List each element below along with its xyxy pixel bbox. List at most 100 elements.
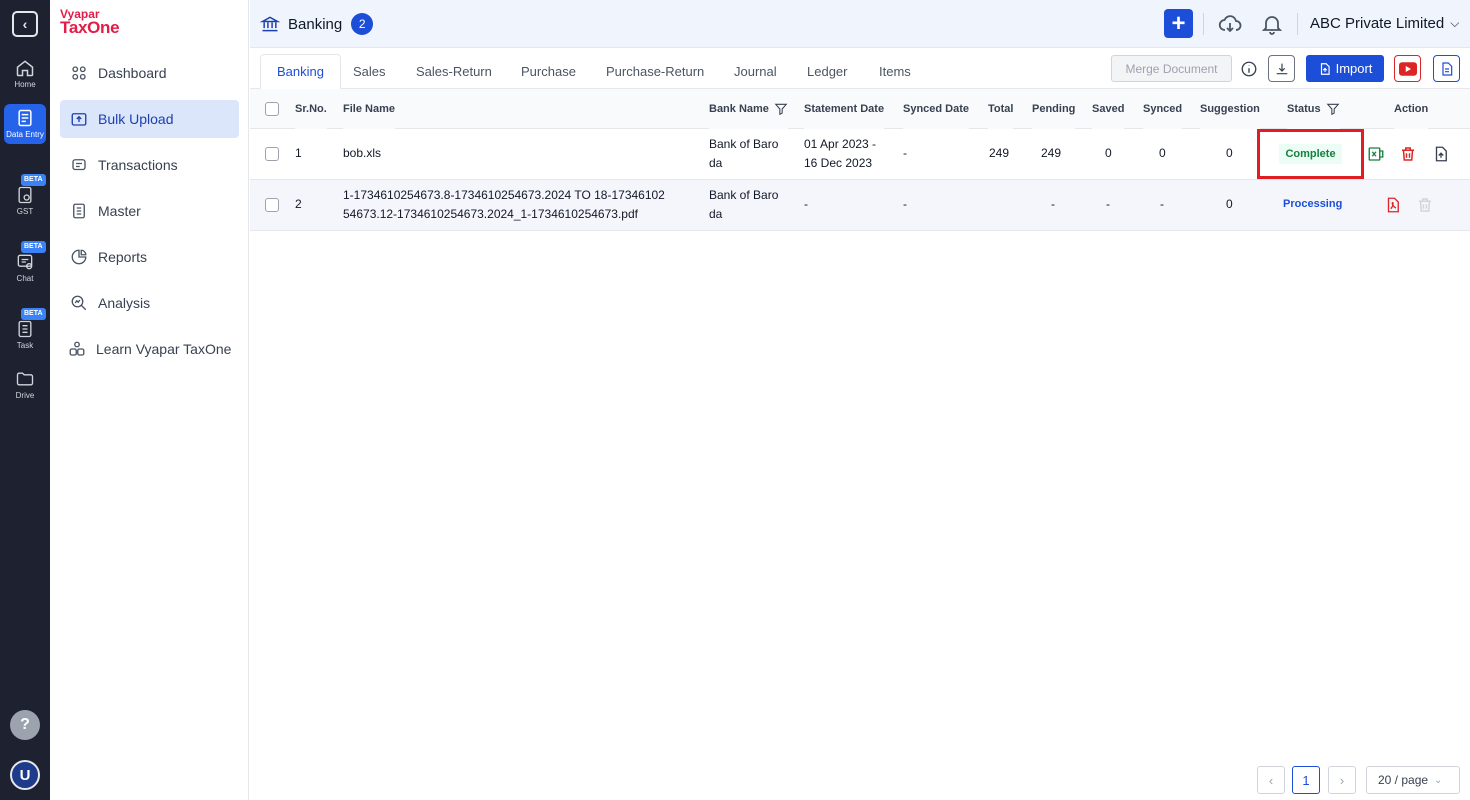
delete-icon[interactable] xyxy=(1399,145,1417,163)
gst-icon xyxy=(18,186,32,204)
sidebar: Vyapar TaxOne Dashboard Bulk Upload Tran… xyxy=(50,0,249,800)
cell-saved: - xyxy=(1106,197,1110,211)
sidebar-item-label: Analysis xyxy=(98,295,151,311)
import-button[interactable]: Import xyxy=(1306,55,1384,82)
avatar[interactable]: U xyxy=(10,760,40,790)
rail-item-task[interactable]: BETA Task xyxy=(4,308,46,351)
cell-synced-date: - xyxy=(903,146,907,160)
cloud-download-icon[interactable] xyxy=(1218,12,1242,36)
upload-icon xyxy=(71,113,87,126)
column-header: Sr.No. xyxy=(295,89,327,129)
cell-saved: 0 xyxy=(1105,146,1112,160)
tab-banking[interactable]: Banking xyxy=(260,54,341,89)
rail-label: Home xyxy=(14,80,36,89)
column-header: File Name xyxy=(343,89,395,129)
rail-item-chat[interactable]: BETA Chat xyxy=(4,241,46,284)
cell-line: Bank of Baro xyxy=(709,137,779,151)
cell-pending: 249 xyxy=(1041,146,1062,160)
filter-icon[interactable] xyxy=(774,102,788,116)
row-checkbox[interactable] xyxy=(265,198,279,212)
cell-line: 1-1734610254673.8-1734610254673.2024 TO … xyxy=(343,188,665,202)
icon-rail: ‹ Home Data Entry BETA GST BETA Chat BET… xyxy=(0,0,50,800)
tab-ledger[interactable]: Ledger xyxy=(791,54,863,89)
prev-page-button[interactable]: ‹ xyxy=(1257,766,1285,794)
import-label: Import xyxy=(1335,61,1373,76)
column-header: Total xyxy=(988,89,1014,129)
sidebar-item-label: Dashboard xyxy=(98,65,167,81)
sidebar-item-analysis[interactable]: Analysis xyxy=(60,284,239,322)
analysis-icon xyxy=(71,295,87,311)
rail-label: Chat xyxy=(16,274,34,283)
cell-line: 16 Dec 2023 xyxy=(804,156,873,170)
rail-label: Drive xyxy=(15,391,35,400)
next-page-button[interactable]: › xyxy=(1328,766,1356,794)
tab-sales-return[interactable]: Sales-Return xyxy=(400,54,508,89)
cell-line: da xyxy=(709,207,723,221)
document-icon xyxy=(1441,61,1452,76)
rail-item-drive[interactable]: Drive xyxy=(4,369,46,401)
tab-items[interactable]: Items xyxy=(863,54,927,89)
page-title: Banking 2 xyxy=(260,13,374,35)
pdf-icon[interactable] xyxy=(1384,196,1402,214)
home-icon xyxy=(16,60,34,77)
column-header: Action xyxy=(1394,89,1429,129)
transactions-icon xyxy=(72,159,86,171)
rail-item-gst[interactable]: BETA GST xyxy=(4,174,46,217)
chevron-right-icon: › xyxy=(1339,772,1345,788)
sidebar-item-learn[interactable]: Learn Vyapar TaxOne xyxy=(60,330,239,368)
tab-sales[interactable]: Sales xyxy=(337,54,402,89)
table-row[interactable]: 2 1-1734610254673.8-1734610254673.2024 T… xyxy=(250,180,1470,231)
rail-item-home[interactable]: Home xyxy=(4,58,46,90)
file-import-icon xyxy=(1320,62,1330,75)
rail-item-data-entry[interactable]: Data Entry xyxy=(4,104,46,144)
cell-bank-name: Bank of Baro da xyxy=(709,186,778,224)
chat-icon xyxy=(17,254,33,270)
cell-file-name: 1-1734610254673.8-1734610254673.2024 TO … xyxy=(343,186,665,224)
cell-line: Bank of Baro xyxy=(709,188,779,202)
download-button[interactable] xyxy=(1268,55,1295,82)
add-button[interactable]: + xyxy=(1164,9,1193,38)
cell-total: 249 xyxy=(989,146,1010,160)
chevron-down-icon: ⌵ xyxy=(1450,16,1460,30)
youtube-button[interactable] xyxy=(1394,55,1421,82)
status-text: Complete xyxy=(1279,144,1342,164)
collapse-sidebar-icon[interactable]: ‹ xyxy=(12,11,38,37)
folder-icon xyxy=(16,372,34,386)
cell-synced: - xyxy=(1160,197,1164,211)
brand-logo[interactable]: Vyapar TaxOne xyxy=(60,7,120,36)
sidebar-item-dashboard[interactable]: Dashboard xyxy=(60,54,239,92)
sidebar-item-master[interactable]: Master xyxy=(60,192,239,230)
tab-journal[interactable]: Journal xyxy=(718,54,793,89)
sidebar-item-label: Learn Vyapar TaxOne xyxy=(96,341,232,357)
cell-statement-date: 01 Apr 2023 - 16 Dec 2023 xyxy=(804,135,876,173)
select-all-checkbox[interactable] xyxy=(265,102,279,116)
tab-purchase-return[interactable]: Purchase-Return xyxy=(590,54,720,89)
sidebar-item-reports[interactable]: Reports xyxy=(60,238,239,276)
column-header-label: Status xyxy=(1287,103,1321,115)
file-upload-icon[interactable] xyxy=(1432,145,1450,163)
bell-icon[interactable] xyxy=(1260,12,1284,36)
sidebar-item-label: Master xyxy=(98,203,141,219)
page-number[interactable]: 1 xyxy=(1292,766,1320,794)
page-size-value: 20 / page xyxy=(1378,773,1429,787)
filter-icon[interactable] xyxy=(1326,102,1340,116)
beta-badge: BETA xyxy=(21,308,46,320)
help-button[interactable]: ? xyxy=(10,710,40,740)
sidebar-item-bulk-upload[interactable]: Bulk Upload xyxy=(60,100,239,138)
download-icon xyxy=(1276,63,1287,74)
cell-sr: 2 xyxy=(295,197,302,211)
excel-icon[interactable] xyxy=(1367,145,1385,163)
reports-icon xyxy=(71,249,87,265)
document-button[interactable] xyxy=(1433,55,1460,82)
tab-purchase[interactable]: Purchase xyxy=(505,54,592,89)
row-checkbox[interactable] xyxy=(265,147,279,161)
sidebar-item-transactions[interactable]: Transactions xyxy=(60,146,239,184)
rail-label: GST xyxy=(16,207,34,216)
info-icon[interactable] xyxy=(1240,60,1258,78)
column-header: Synced xyxy=(1143,89,1183,129)
rail-label: Task xyxy=(16,341,34,350)
page-size-select[interactable]: 20 / page ⌄ xyxy=(1366,766,1460,794)
cell-file-name: bob.xls xyxy=(343,146,382,160)
merge-document-button[interactable]: Merge Document xyxy=(1111,55,1232,82)
company-selector[interactable]: ABC Private Limited ⌵ xyxy=(1310,15,1459,32)
